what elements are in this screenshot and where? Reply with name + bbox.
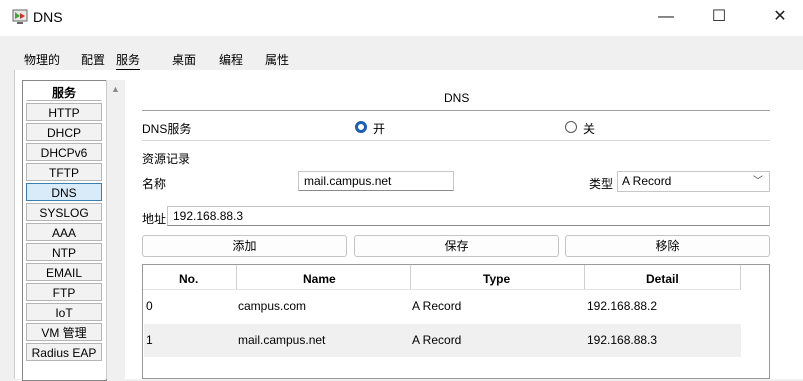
column-header-no: No. <box>179 272 199 286</box>
dns-on-radio[interactable] <box>355 121 367 133</box>
chevron-down-icon: ﹀ <box>753 176 763 187</box>
minimize-button[interactable]: — <box>643 0 689 36</box>
type-select[interactable]: A Record ﹀ <box>617 171 770 192</box>
sidebar-item-email[interactable]: EMAIL <box>26 263 102 281</box>
dns-off-label: 关 <box>583 122 596 136</box>
sidebar-item-tftp[interactable]: TFTP <box>26 163 102 181</box>
type-select-value: A Record <box>622 174 672 188</box>
address-label: 地址 <box>142 212 167 226</box>
resource-records-label: 资源记录 <box>142 152 191 166</box>
sidebar-item-iot[interactable]: IoT <box>26 303 102 321</box>
packet-tracer-icon <box>12 9 28 24</box>
table-row[interactable]: 0 campus.com A Record 192.168.88.2 <box>144 290 741 323</box>
sidebar-item-dhcpv6[interactable]: DHCPv6 <box>26 143 102 161</box>
dns-on-label: 开 <box>373 122 386 136</box>
cell-type: A Record <box>412 333 462 347</box>
add-button[interactable]: 添加 <box>142 235 347 257</box>
address-input[interactable]: 192.168.88.3 <box>167 206 770 226</box>
sidebar-item-ftp[interactable]: FTP <box>26 283 102 301</box>
maximize-button[interactable]: ☐ <box>696 0 742 36</box>
column-header-type: Type <box>483 272 511 286</box>
sidebar-item-vm-management[interactable]: VM 管理 <box>26 323 102 341</box>
panel-title: DNS <box>444 91 470 105</box>
cell-detail: 192.168.88.3 <box>587 333 658 347</box>
dns-records-table: No. Name Type Detail 0 campus.com A Reco… <box>142 264 770 379</box>
sidebar-item-dhcp[interactable]: DHCP <box>26 123 102 141</box>
sidebar-item-aaa[interactable]: AAA <box>26 223 102 241</box>
cell-name: mail.campus.net <box>238 333 326 347</box>
window-title: DNS <box>33 9 63 25</box>
dns-service-label: DNS服务 <box>142 122 192 136</box>
table-row[interactable]: 1 mail.campus.net A Record 192.168.88.3 <box>144 324 741 357</box>
cell-no: 0 <box>146 299 153 313</box>
cell-type: A Record <box>412 299 462 313</box>
sidebar-item-dns[interactable]: DNS <box>26 183 102 201</box>
tab-config[interactable]: 配置 <box>81 51 105 68</box>
tab-services[interactable]: 服务 <box>116 51 141 71</box>
name-input[interactable]: mail.campus.net <box>298 171 454 191</box>
column-separator <box>740 265 741 289</box>
column-header-name: Name <box>303 272 336 286</box>
sidebar-item-ntp[interactable]: NTP <box>26 243 102 261</box>
column-separator <box>410 265 411 289</box>
cell-name: campus.com <box>238 299 307 313</box>
close-button[interactable]: ✕ <box>757 0 803 36</box>
cell-no: 1 <box>146 333 153 347</box>
sidebar-item-syslog[interactable]: SYSLOG <box>26 203 102 221</box>
title-divider <box>142 110 770 111</box>
tab-physical[interactable]: 物理的 <box>24 51 60 68</box>
dns-off-radio[interactable] <box>565 121 577 133</box>
services-sidebar: 服务 HTTP DHCP DHCPv6 TFTP DNS SYSLOG AAA … <box>22 80 107 381</box>
tab-programming[interactable]: 编程 <box>219 51 243 68</box>
title-bar: DNS — ☐ ✕ <box>0 0 803 36</box>
column-separator <box>584 265 585 289</box>
sidebar-header: 服务 <box>26 83 102 101</box>
tab-attributes[interactable]: 属性 <box>265 51 289 68</box>
column-separator <box>236 265 237 289</box>
tab-desktop[interactable]: 桌面 <box>172 51 196 68</box>
remove-button[interactable]: 移除 <box>565 235 770 257</box>
type-label: 类型 <box>589 177 614 191</box>
section-divider <box>142 140 770 141</box>
save-button[interactable]: 保存 <box>354 235 559 257</box>
sidebar-scrollbar[interactable]: ▲ <box>106 80 125 379</box>
name-label: 名称 <box>142 177 167 191</box>
sidebar-item-radius-eap[interactable]: Radius EAP <box>26 343 102 361</box>
cell-detail: 192.168.88.2 <box>587 299 658 313</box>
scroll-up-arrow-icon[interactable]: ▲ <box>111 84 120 94</box>
column-header-detail: Detail <box>646 272 679 286</box>
sidebar-item-http[interactable]: HTTP <box>26 103 102 121</box>
